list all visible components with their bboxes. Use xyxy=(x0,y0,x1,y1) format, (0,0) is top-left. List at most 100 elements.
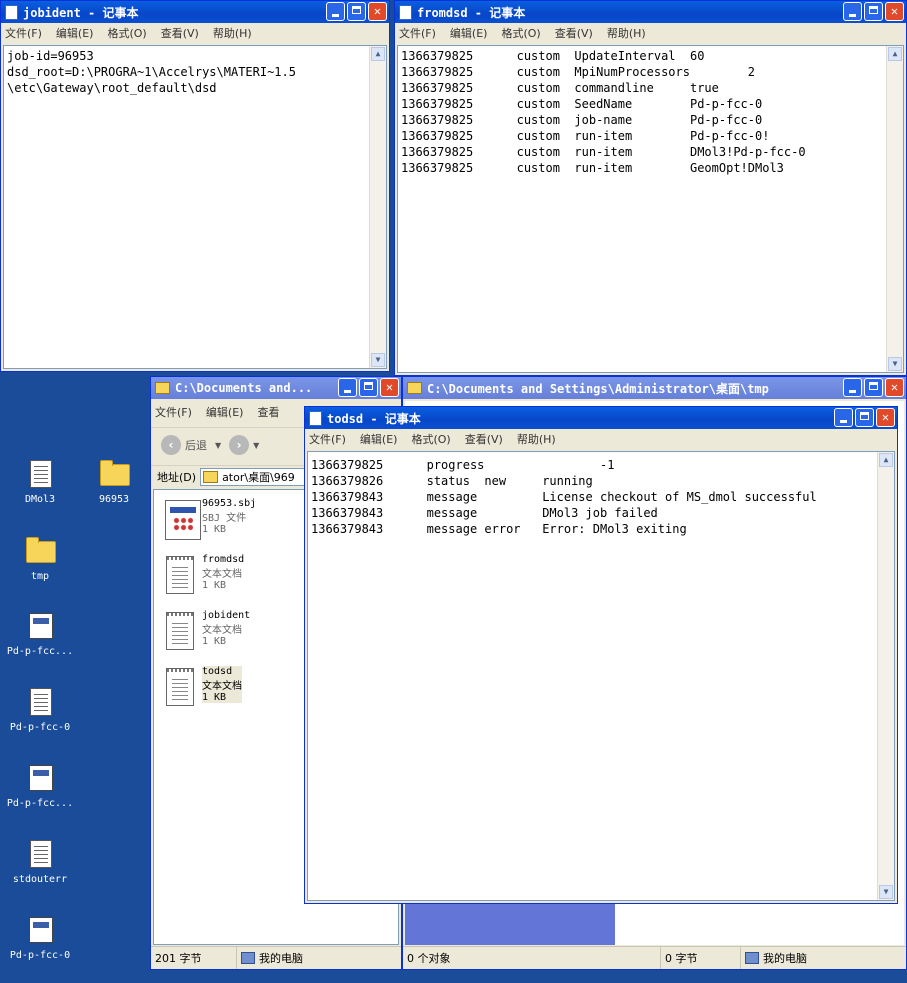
vertical-scrollbar[interactable]: ▲ ▼ xyxy=(877,452,894,900)
back-arrow-icon: ‹ xyxy=(161,435,181,455)
minimize-button[interactable] xyxy=(843,378,862,397)
menu-view[interactable]: 查看 xyxy=(257,404,279,420)
window-title: C:\Documents and... xyxy=(175,381,313,395)
desktop-icon-pd-p-fcc-app-1[interactable]: Pd-p-fcc... xyxy=(2,610,78,657)
menu-format[interactable]: 格式(O) xyxy=(501,25,540,41)
titlebar[interactable]: C:\Documents and Settings\Administrator\… xyxy=(403,377,906,399)
scroll-down-arrow-icon[interactable]: ▼ xyxy=(371,353,385,367)
close-button[interactable] xyxy=(885,378,904,397)
vertical-scrollbar[interactable]: ▲ ▼ xyxy=(886,46,903,372)
folder-icon xyxy=(203,471,219,483)
maximize-button[interactable] xyxy=(864,2,883,21)
minimize-button[interactable] xyxy=(338,378,357,397)
maximize-button[interactable] xyxy=(864,378,883,397)
file-name: fromdsd xyxy=(202,554,245,565)
status-bar: 0 个对象 0 字节 我的电脑 xyxy=(403,946,906,969)
close-button[interactable] xyxy=(380,378,399,397)
status-bar: 201 字节 我的电脑 xyxy=(151,946,401,969)
menu-format[interactable]: 格式(O) xyxy=(411,431,450,447)
minimize-button[interactable] xyxy=(326,2,345,21)
minimize-button[interactable] xyxy=(834,408,853,427)
menu-file[interactable]: 文件(F) xyxy=(155,404,192,420)
file-item-96953-sbj[interactable]: 96953.sbj SBJ 文件 1 KB xyxy=(164,498,256,540)
desktop-icon-pd-p-fcc-app-2[interactable]: Pd-p-fcc... xyxy=(2,762,78,809)
desktop-icon-label: Pd-p-fcc-0 xyxy=(9,722,71,733)
desktop-icon-96953[interactable]: 96953 xyxy=(76,458,152,505)
desktop-icon-label: DMol3 xyxy=(24,494,56,505)
titlebar[interactable]: jobident - 记事本 xyxy=(1,1,389,23)
scroll-up-arrow-icon[interactable]: ▲ xyxy=(888,47,902,61)
vertical-scrollbar[interactable]: ▲ ▼ xyxy=(369,46,386,368)
file-item-fromdsd[interactable]: fromdsd 文本文档 1 KB xyxy=(164,554,244,594)
window-title: jobident - 记事本 xyxy=(23,5,139,20)
desktop-icon-pd-p-fcc-0-doc[interactable]: Pd-p-fcc-0 xyxy=(2,686,78,733)
file-type: 文本文档 xyxy=(202,569,242,580)
text-line: 1366379825 custom commandline true xyxy=(401,81,719,95)
menu-file[interactable]: 文件(F) xyxy=(399,25,436,41)
back-label: 后退 xyxy=(185,439,207,452)
text-editor[interactable]: 1366379825 custom UpdateInterval 60 1366… xyxy=(397,45,904,373)
scroll-up-arrow-icon[interactable]: ▲ xyxy=(371,47,385,61)
menu-bar: 文件(F) 编辑(E) 格式(O) 查看(V) 帮助(H) xyxy=(1,23,389,43)
menu-format[interactable]: 格式(O) xyxy=(107,25,146,41)
menu-view[interactable]: 查看(V) xyxy=(161,25,199,41)
text-line: 1366379825 custom job-name Pd-p-fcc-0 xyxy=(401,113,763,127)
file-size: 1 KB xyxy=(202,692,227,703)
close-button[interactable] xyxy=(876,408,895,427)
menu-edit[interactable]: 编辑(E) xyxy=(206,404,244,420)
jobident-notepad-window: jobident - 记事本 文件(F) 编辑(E) 格式(O) 查看(V) 帮… xyxy=(0,0,390,372)
address-value: ator\桌面\969 xyxy=(222,471,295,484)
desktop-icon-pd-p-fcc-0-multi[interactable]: Pd-p-fcc-0 xyxy=(2,914,78,961)
desktop-icon-dmol3[interactable]: DMol3 xyxy=(2,458,78,505)
desktop-icon-tmp[interactable]: tmp xyxy=(2,535,78,582)
maximize-button[interactable] xyxy=(347,2,366,21)
menu-help[interactable]: 帮助(H) xyxy=(517,431,556,447)
file-size: 1 KB xyxy=(202,580,227,591)
status-size: 0 字节 xyxy=(661,947,741,969)
text-line: 1366379826 status new running xyxy=(311,474,593,488)
menu-help[interactable]: 帮助(H) xyxy=(607,25,646,41)
minimize-button[interactable] xyxy=(843,2,862,21)
notepad-file-icon xyxy=(164,666,194,706)
menu-help[interactable]: 帮助(H) xyxy=(213,25,252,41)
text-editor[interactable]: job-id=96953 dsd_root=D:\PROGRA~1\Accelr… xyxy=(3,45,387,369)
file-item-jobident[interactable]: jobident 文本文档 1 KB xyxy=(164,610,250,650)
task-pane xyxy=(405,903,615,945)
forward-button[interactable]: › ▼ xyxy=(229,435,259,455)
close-button[interactable] xyxy=(885,2,904,21)
maximize-button[interactable] xyxy=(855,408,874,427)
text-line: 1366379825 custom MpiNumProcessors 2 xyxy=(401,65,756,79)
scroll-down-arrow-icon[interactable]: ▼ xyxy=(888,357,902,371)
document-icon xyxy=(26,838,54,868)
file-name: todsd xyxy=(202,666,233,677)
scroll-down-arrow-icon[interactable]: ▼ xyxy=(879,885,893,899)
text-line: \etc\Gateway\root_default\dsd xyxy=(7,81,217,95)
back-button[interactable]: ‹ 后退 ▼ xyxy=(161,435,221,455)
menu-file[interactable]: 文件(F) xyxy=(5,25,42,41)
titlebar[interactable]: fromdsd - 记事本 xyxy=(395,1,906,23)
folder-icon xyxy=(26,535,56,565)
file-size: 1 KB xyxy=(202,524,227,535)
desktop-icon-stdouterr[interactable]: stdouterr xyxy=(2,838,78,885)
menu-file[interactable]: 文件(F) xyxy=(309,431,346,447)
menu-edit[interactable]: 编辑(E) xyxy=(360,431,398,447)
close-button[interactable] xyxy=(368,2,387,21)
scroll-up-arrow-icon[interactable]: ▲ xyxy=(879,453,893,467)
menu-view[interactable]: 查看(V) xyxy=(555,25,593,41)
maximize-button[interactable] xyxy=(359,378,378,397)
file-item-todsd[interactable]: todsd 文本文档 1 KB xyxy=(164,666,242,706)
file-type: 文本文档 xyxy=(202,625,242,636)
text-line: 1366379825 custom run-item Pd-p-fcc-0! xyxy=(401,129,770,143)
menu-view[interactable]: 查看(V) xyxy=(465,431,503,447)
menu-edit[interactable]: 编辑(E) xyxy=(450,25,488,41)
folder-icon xyxy=(155,382,170,394)
dropdown-arrow-icon: ▼ xyxy=(215,440,222,450)
titlebar[interactable]: todsd - 记事本 xyxy=(305,407,897,429)
notepad-file-icon xyxy=(164,554,194,594)
app-window-icon xyxy=(26,762,54,792)
titlebar[interactable]: C:\Documents and... xyxy=(151,377,401,399)
menu-edit[interactable]: 编辑(E) xyxy=(56,25,94,41)
text-line: 1366379825 custom UpdateInterval 60 xyxy=(401,49,705,63)
text-editor[interactable]: 1366379825 progress -1 1366379826 status… xyxy=(307,451,895,901)
status-size: 201 字节 xyxy=(151,947,237,969)
